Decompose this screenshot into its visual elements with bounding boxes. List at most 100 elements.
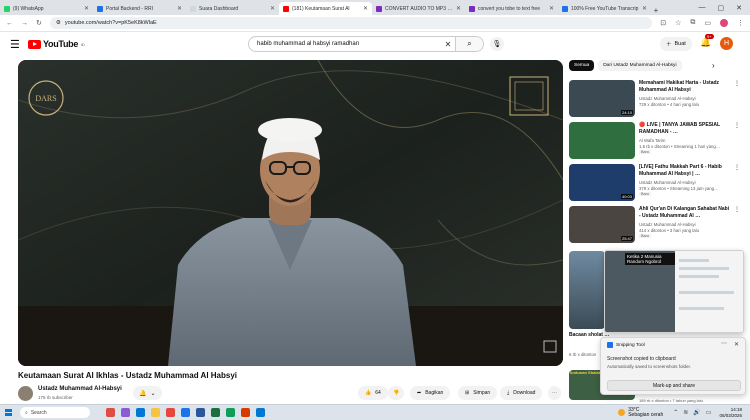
volume-icon[interactable]: 🔊 <box>693 409 700 416</box>
subscription-bell-button[interactable]: 🔔 ⌄ <box>133 386 162 400</box>
browser-tab[interactable]: 100% Free YouTube Transcrip ✕ <box>558 2 651 15</box>
browser-tab[interactable]: convert you tobe to text free ✕ <box>465 2 558 15</box>
toast-headline: Screenshot copied to clipboard <box>607 356 676 362</box>
taskbar-app-icon[interactable] <box>166 408 175 417</box>
tab-close-icon[interactable]: ✕ <box>456 5 461 12</box>
browser-tab[interactable]: (9) WhatsApp ✕ <box>0 2 93 15</box>
taskbar-app-icon[interactable] <box>106 408 115 417</box>
clock-time: 14:18 <box>730 407 742 412</box>
new-tab-icon[interactable]: + <box>651 6 661 15</box>
window-close-icon[interactable]: ✕ <box>736 4 742 12</box>
recommendation-channel[interactable]: Ustadz Muhammad Al-Habsyi <box>639 96 696 101</box>
create-label: Buat <box>674 41 686 47</box>
recommendation-thumbnail[interactable]: 24:10 <box>569 80 635 117</box>
save-button[interactable]: ⊞ Simpan <box>458 386 498 400</box>
recommendation-title[interactable]: Ahli Qur'an Di Kalangan Sahabat Nabi - U… <box>639 206 731 219</box>
voice-search-mic-icon[interactable]: 🎙 <box>490 37 504 51</box>
browser-tab[interactable]: CONVERT AUDIO TO MP3 - Yo ✕ <box>372 2 465 15</box>
partial-recommendation-thumb[interactable] <box>569 251 605 329</box>
bookmark-star-icon[interactable]: ☆ <box>675 19 681 27</box>
taskbar-app-icon[interactable] <box>121 408 130 417</box>
video-player[interactable]: DARS <box>18 60 563 366</box>
markup-share-button[interactable]: Mark-up and share <box>607 380 741 391</box>
recommendation-thumbnail[interactable]: 40:03 <box>569 164 635 201</box>
recommendation-channel[interactable]: Ustadz Muhammad Al-Habsyi <box>639 222 696 227</box>
taskbar-search-icon: ⌕ <box>25 409 28 416</box>
toast-more-icon[interactable]: ⋯ <box>721 340 727 347</box>
clear-search-icon[interactable]: ✕ <box>441 40 455 49</box>
browser-tab[interactable]: Portal Backend - RRI ✕ <box>93 2 186 15</box>
recommendation-item[interactable]: 40:03 [LIVE] Fathu Makkah Part 6 - Habib… <box>569 164 744 204</box>
site-info-icon[interactable]: ⚙ <box>56 20 61 26</box>
taskbar-app-icon[interactable] <box>136 408 145 417</box>
recommendation-thumbnail[interactable] <box>569 122 635 159</box>
back-icon[interactable]: ← <box>6 20 13 27</box>
minimize-icon[interactable]: — <box>699 4 706 11</box>
taskbar-search[interactable]: ⌕ Search <box>20 407 90 418</box>
taskbar-app-icon[interactable] <box>226 408 235 417</box>
reload-icon[interactable]: ↻ <box>36 19 42 27</box>
battery-icon[interactable]: ▭ <box>706 409 712 416</box>
profile-avatar[interactable] <box>720 19 728 27</box>
search-input[interactable]: habib muhammad al habsyi ramadhan <box>249 41 441 47</box>
taskbar-app-icon[interactable] <box>196 408 205 417</box>
tab-close-icon[interactable]: ✕ <box>177 5 182 12</box>
notifications-bell-icon[interactable]: 🔔 9+ <box>700 34 714 48</box>
tab-close-icon[interactable]: ✕ <box>642 5 647 12</box>
taskbar-app-icon[interactable] <box>181 408 190 417</box>
youtube-logo[interactable]: YouTube ID <box>28 39 85 49</box>
taskbar-app-icon[interactable] <box>241 408 250 417</box>
screenshot-preview[interactable]: Ketika 2 Manusia Random Ngobrol <box>604 250 744 333</box>
recommendation-item[interactable]: 🔴 LIVE | TANYA JAWAB SPESIAL RAMADHAN - … <box>569 122 744 162</box>
menu-dots-icon[interactable]: ⋮ <box>737 19 744 27</box>
chips-next-chevron-icon[interactable]: › <box>712 61 715 70</box>
download-button[interactable]: ⤓ Download <box>500 386 543 400</box>
channel-name[interactable]: Ustadz Muhammad Al-Habsyi <box>38 386 122 392</box>
browser-tab[interactable]: (181) Keutamaan Surat Al ✕ <box>279 2 372 15</box>
recommendation-thumbnail[interactable]: 25:47 <box>569 206 635 243</box>
chip-all[interactable]: Semua <box>569 60 595 71</box>
more-actions-button[interactable]: ⋯ <box>548 386 561 400</box>
toast-close-icon[interactable]: ✕ <box>734 341 739 348</box>
recommendation-channel[interactable]: Al Wafa Tarim <box>639 138 666 143</box>
taskbar-app-icon[interactable] <box>151 408 160 417</box>
search-button[interactable]: ⌕ <box>455 37 483 51</box>
address-bar[interactable]: ⚙ youtube.com/watch?v=pK5eK8kWlaE <box>49 17 653 29</box>
create-button[interactable]: ＋ Buat <box>660 37 692 51</box>
sidebar-icon[interactable]: ▭ <box>704 19 711 27</box>
recommendation-title[interactable]: 🔴 LIVE | TANYA JAWAB SPESIAL RAMADHAN - … <box>639 122 731 135</box>
recommendation-menu-icon[interactable]: ⋮ <box>734 122 740 129</box>
forward-icon[interactable]: → <box>21 20 28 27</box>
recommendation-menu-icon[interactable]: ⋮ <box>734 164 740 171</box>
chip-from-channel[interactable]: Dari Ustadz Muhammad Al-Habsyi <box>598 60 682 71</box>
recommendation-item[interactable]: 25:47 Ahli Qur'an Di Kalangan Sahabat Na… <box>569 206 744 246</box>
browser-tab-strip: (9) WhatsApp ✕ Portal Backend - RRI ✕ Suara … <box>0 0 750 15</box>
start-button[interactable] <box>0 409 16 416</box>
tray-chevron-icon[interactable]: ⌃ <box>673 409 678 416</box>
taskbar-app-icon[interactable] <box>211 408 220 417</box>
tab-close-icon[interactable]: ✕ <box>84 5 89 12</box>
recommendation-item[interactable]: 24:10 Memahami Hakikat Harta - Ustadz Mu… <box>569 80 744 120</box>
maximize-icon[interactable]: ▢ <box>718 4 725 12</box>
recommendation-menu-icon[interactable]: ⋮ <box>734 206 740 213</box>
recommendation-title[interactable]: [LIVE] Fathu Makkah Part 6 - Habib Muham… <box>639 164 731 177</box>
tab-close-icon[interactable]: ✕ <box>270 5 275 12</box>
hamburger-menu-icon[interactable]: ☰ <box>10 38 28 51</box>
account-avatar[interactable]: H <box>720 37 733 50</box>
channel-avatar[interactable] <box>18 386 33 401</box>
like-button[interactable]: 👍 64 <box>358 386 388 400</box>
taskbar-clock[interactable]: 14:18 05/03/2026 <box>719 407 742 418</box>
dislike-button[interactable]: 👎 <box>388 386 405 400</box>
recommendation-channel[interactable]: Ustadz Muhammad Al-Habsyi <box>639 180 696 185</box>
taskbar-app-icon[interactable] <box>256 408 265 417</box>
install-icon[interactable]: ⊡ <box>660 19 666 27</box>
share-button[interactable]: ➦ Bagikan <box>410 386 451 400</box>
weather-widget[interactable]: 33°C Sebagian cerah <box>618 407 663 418</box>
recommendation-menu-icon[interactable]: ⋮ <box>734 80 740 87</box>
tab-close-icon[interactable]: ✕ <box>363 5 368 12</box>
recommendation-title[interactable]: Memahami Hakikat Harta - Ustadz Muhammad… <box>639 80 731 93</box>
tab-close-icon[interactable]: ✕ <box>549 5 554 12</box>
browser-tab[interactable]: Suara Dashboard ✕ <box>186 2 279 15</box>
extensions-icon[interactable]: ⧉ <box>690 19 695 27</box>
wifi-icon[interactable]: ≋ <box>683 409 688 416</box>
